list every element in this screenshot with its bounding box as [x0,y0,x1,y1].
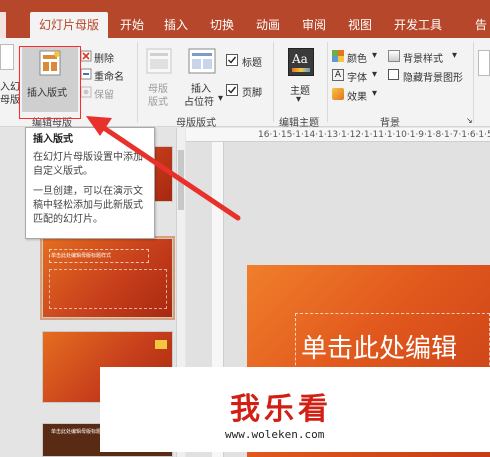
watermark-url: www.woleken.com [225,428,325,441]
watermark-logo: 我乐看 [230,392,332,427]
